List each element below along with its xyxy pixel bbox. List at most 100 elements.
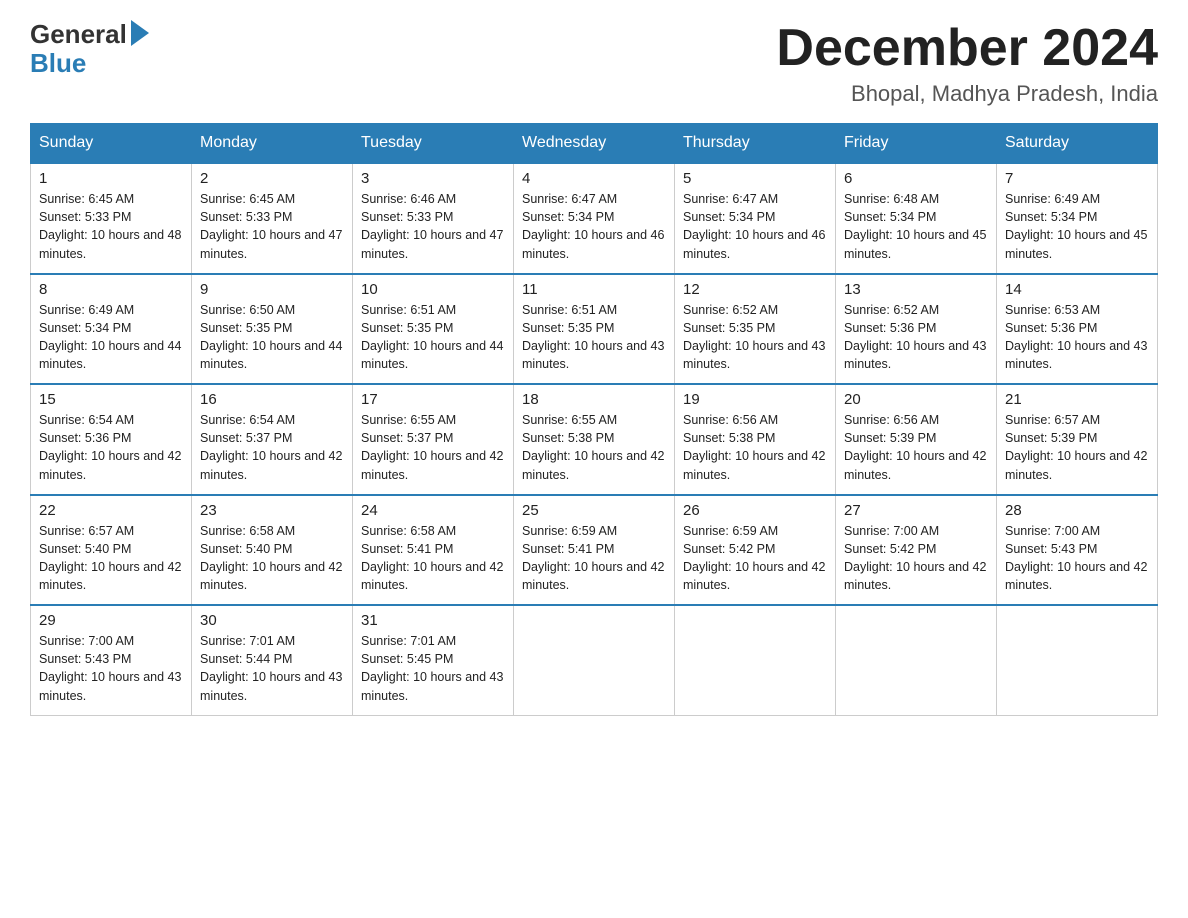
logo-general-text: General [30, 20, 127, 49]
day-info: Sunrise: 6:47 AMSunset: 5:34 PMDaylight:… [683, 192, 825, 260]
day-cell-25: 25 Sunrise: 6:59 AMSunset: 5:41 PMDaylig… [514, 495, 675, 606]
day-number: 18 [522, 391, 666, 408]
day-info: Sunrise: 6:59 AMSunset: 5:41 PMDaylight:… [522, 524, 664, 592]
day-cell-10: 10 Sunrise: 6:51 AMSunset: 5:35 PMDaylig… [353, 274, 514, 385]
day-number: 6 [844, 170, 988, 187]
day-info: Sunrise: 6:47 AMSunset: 5:34 PMDaylight:… [522, 192, 664, 260]
day-cell-14: 14 Sunrise: 6:53 AMSunset: 5:36 PMDaylig… [997, 274, 1158, 385]
logo: General Blue [30, 20, 149, 77]
day-cell-6: 6 Sunrise: 6:48 AMSunset: 5:34 PMDayligh… [836, 163, 997, 274]
day-number: 9 [200, 281, 344, 298]
day-info: Sunrise: 7:01 AMSunset: 5:44 PMDaylight:… [200, 634, 342, 702]
day-cell-15: 15 Sunrise: 6:54 AMSunset: 5:36 PMDaylig… [31, 384, 192, 495]
day-number: 15 [39, 391, 183, 408]
day-number: 19 [683, 391, 827, 408]
day-cell-29: 29 Sunrise: 7:00 AMSunset: 5:43 PMDaylig… [31, 605, 192, 715]
day-info: Sunrise: 7:00 AMSunset: 5:43 PMDaylight:… [1005, 524, 1147, 592]
day-cell-12: 12 Sunrise: 6:52 AMSunset: 5:35 PMDaylig… [675, 274, 836, 385]
col-monday: Monday [192, 124, 353, 164]
day-info: Sunrise: 6:51 AMSunset: 5:35 PMDaylight:… [361, 303, 503, 371]
day-info: Sunrise: 6:45 AMSunset: 5:33 PMDaylight:… [39, 192, 181, 260]
day-number: 24 [361, 502, 505, 519]
day-cell-11: 11 Sunrise: 6:51 AMSunset: 5:35 PMDaylig… [514, 274, 675, 385]
day-number: 14 [1005, 281, 1149, 298]
day-info: Sunrise: 7:00 AMSunset: 5:42 PMDaylight:… [844, 524, 986, 592]
day-number: 12 [683, 281, 827, 298]
day-cell-30: 30 Sunrise: 7:01 AMSunset: 5:44 PMDaylig… [192, 605, 353, 715]
day-info: Sunrise: 6:56 AMSunset: 5:38 PMDaylight:… [683, 413, 825, 481]
day-info: Sunrise: 7:00 AMSunset: 5:43 PMDaylight:… [39, 634, 181, 702]
col-saturday: Saturday [997, 124, 1158, 164]
day-cell-8: 8 Sunrise: 6:49 AMSunset: 5:34 PMDayligh… [31, 274, 192, 385]
day-info: Sunrise: 6:49 AMSunset: 5:34 PMDaylight:… [1005, 192, 1147, 260]
day-number: 25 [522, 502, 666, 519]
day-cell-28: 28 Sunrise: 7:00 AMSunset: 5:43 PMDaylig… [997, 495, 1158, 606]
day-info: Sunrise: 6:58 AMSunset: 5:40 PMDaylight:… [200, 524, 342, 592]
empty-cell [836, 605, 997, 715]
day-cell-13: 13 Sunrise: 6:52 AMSunset: 5:36 PMDaylig… [836, 274, 997, 385]
day-number: 4 [522, 170, 666, 187]
day-number: 26 [683, 502, 827, 519]
day-info: Sunrise: 6:48 AMSunset: 5:34 PMDaylight:… [844, 192, 986, 260]
logo-arrow-icon [131, 20, 149, 46]
day-number: 29 [39, 612, 183, 629]
day-number: 10 [361, 281, 505, 298]
day-number: 2 [200, 170, 344, 187]
day-cell-9: 9 Sunrise: 6:50 AMSunset: 5:35 PMDayligh… [192, 274, 353, 385]
day-info: Sunrise: 6:45 AMSunset: 5:33 PMDaylight:… [200, 192, 342, 260]
week-row-2: 8 Sunrise: 6:49 AMSunset: 5:34 PMDayligh… [31, 274, 1158, 385]
col-thursday: Thursday [675, 124, 836, 164]
day-cell-5: 5 Sunrise: 6:47 AMSunset: 5:34 PMDayligh… [675, 163, 836, 274]
col-tuesday: Tuesday [353, 124, 514, 164]
week-row-4: 22 Sunrise: 6:57 AMSunset: 5:40 PMDaylig… [31, 495, 1158, 606]
day-info: Sunrise: 6:55 AMSunset: 5:37 PMDaylight:… [361, 413, 503, 481]
day-cell-22: 22 Sunrise: 6:57 AMSunset: 5:40 PMDaylig… [31, 495, 192, 606]
day-number: 8 [39, 281, 183, 298]
day-number: 20 [844, 391, 988, 408]
week-row-5: 29 Sunrise: 7:00 AMSunset: 5:43 PMDaylig… [31, 605, 1158, 715]
day-cell-7: 7 Sunrise: 6:49 AMSunset: 5:34 PMDayligh… [997, 163, 1158, 274]
day-info: Sunrise: 6:54 AMSunset: 5:37 PMDaylight:… [200, 413, 342, 481]
day-number: 1 [39, 170, 183, 187]
day-number: 17 [361, 391, 505, 408]
day-cell-18: 18 Sunrise: 6:55 AMSunset: 5:38 PMDaylig… [514, 384, 675, 495]
day-cell-2: 2 Sunrise: 6:45 AMSunset: 5:33 PMDayligh… [192, 163, 353, 274]
day-cell-21: 21 Sunrise: 6:57 AMSunset: 5:39 PMDaylig… [997, 384, 1158, 495]
day-number: 28 [1005, 502, 1149, 519]
day-number: 7 [1005, 170, 1149, 187]
day-info: Sunrise: 6:54 AMSunset: 5:36 PMDaylight:… [39, 413, 181, 481]
day-number: 11 [522, 281, 666, 298]
col-friday: Friday [836, 124, 997, 164]
calendar-header-row: Sunday Monday Tuesday Wednesday Thursday… [31, 124, 1158, 164]
day-info: Sunrise: 6:55 AMSunset: 5:38 PMDaylight:… [522, 413, 664, 481]
logo-blue-text: Blue [30, 49, 86, 78]
day-info: Sunrise: 6:46 AMSunset: 5:33 PMDaylight:… [361, 192, 503, 260]
day-number: 16 [200, 391, 344, 408]
day-info: Sunrise: 7:01 AMSunset: 5:45 PMDaylight:… [361, 634, 503, 702]
day-cell-19: 19 Sunrise: 6:56 AMSunset: 5:38 PMDaylig… [675, 384, 836, 495]
day-number: 23 [200, 502, 344, 519]
day-number: 3 [361, 170, 505, 187]
day-info: Sunrise: 6:59 AMSunset: 5:42 PMDaylight:… [683, 524, 825, 592]
day-info: Sunrise: 6:57 AMSunset: 5:40 PMDaylight:… [39, 524, 181, 592]
empty-cell [514, 605, 675, 715]
day-number: 13 [844, 281, 988, 298]
day-number: 21 [1005, 391, 1149, 408]
day-info: Sunrise: 6:58 AMSunset: 5:41 PMDaylight:… [361, 524, 503, 592]
day-cell-20: 20 Sunrise: 6:56 AMSunset: 5:39 PMDaylig… [836, 384, 997, 495]
day-cell-3: 3 Sunrise: 6:46 AMSunset: 5:33 PMDayligh… [353, 163, 514, 274]
week-row-3: 15 Sunrise: 6:54 AMSunset: 5:36 PMDaylig… [31, 384, 1158, 495]
location-title: Bhopal, Madhya Pradesh, India [776, 81, 1158, 107]
day-info: Sunrise: 6:51 AMSunset: 5:35 PMDaylight:… [522, 303, 664, 371]
calendar-table: Sunday Monday Tuesday Wednesday Thursday… [30, 123, 1158, 716]
day-number: 22 [39, 502, 183, 519]
day-cell-31: 31 Sunrise: 7:01 AMSunset: 5:45 PMDaylig… [353, 605, 514, 715]
day-number: 27 [844, 502, 988, 519]
month-title: December 2024 [776, 20, 1158, 77]
col-wednesday: Wednesday [514, 124, 675, 164]
header: General Blue December 2024 Bhopal, Madhy… [30, 20, 1158, 107]
day-info: Sunrise: 6:52 AMSunset: 5:35 PMDaylight:… [683, 303, 825, 371]
week-row-1: 1 Sunrise: 6:45 AMSunset: 5:33 PMDayligh… [31, 163, 1158, 274]
day-info: Sunrise: 6:56 AMSunset: 5:39 PMDaylight:… [844, 413, 986, 481]
day-cell-17: 17 Sunrise: 6:55 AMSunset: 5:37 PMDaylig… [353, 384, 514, 495]
